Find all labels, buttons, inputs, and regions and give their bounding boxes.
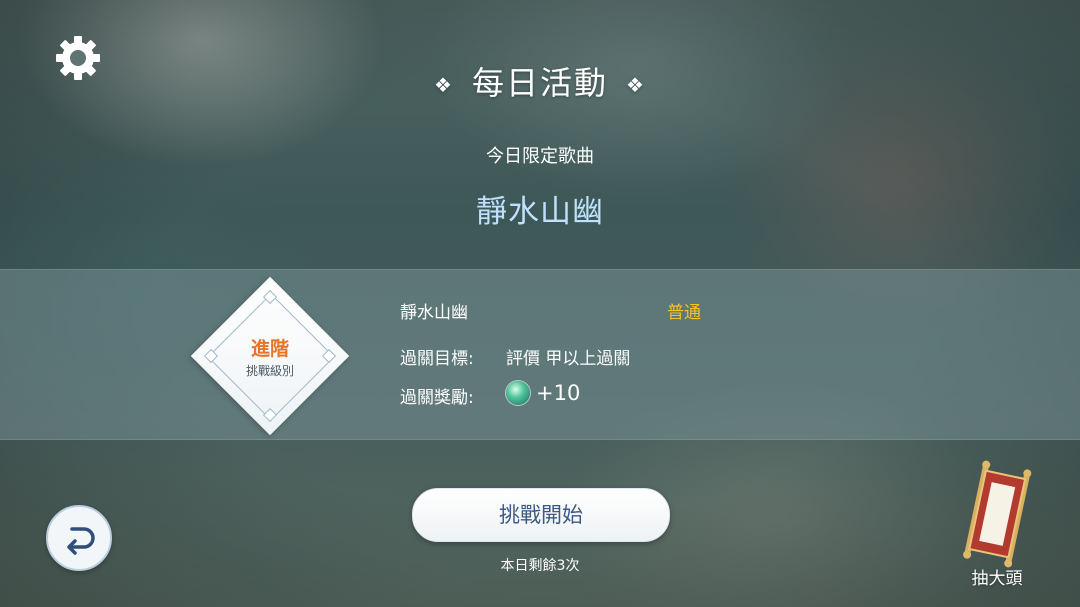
goal-value: 評價 甲以上過關 (506, 349, 631, 369)
reward-value: +10 (536, 381, 581, 405)
scroll-icon (963, 460, 1032, 568)
gacha-button[interactable] (955, 460, 1039, 580)
page-title: ❖ 每日活動 ❖ (0, 58, 1080, 104)
challenge-level-badge: 進階 挑戰級別 (190, 276, 350, 436)
challenge-level-caption: 挑戰級別 (245, 364, 294, 378)
ornament-left-icon: ❖ (434, 73, 454, 97)
start-challenge-button[interactable]: 挑戰開始 (412, 488, 670, 542)
remaining-attempts: 本日剩餘3次 (500, 558, 580, 574)
page-title-text: 每日活動 (471, 64, 608, 102)
today-subtitle: 今日限定歌曲 (486, 146, 594, 167)
ornament-right-icon: ❖ (626, 73, 646, 97)
goal-label: 過關目標: (400, 349, 474, 369)
today-song-title: 靜水山幽 (476, 194, 604, 230)
reward-label: 過關獎勵: (400, 388, 474, 408)
challenge-level-name: 進階 (250, 338, 289, 360)
difficulty-label: 普通 (667, 303, 701, 323)
gacha-label: 抽大頭 (971, 569, 1023, 589)
jade-coin-icon (506, 381, 530, 405)
challenge-song-name: 靜水山幽 (400, 303, 468, 323)
